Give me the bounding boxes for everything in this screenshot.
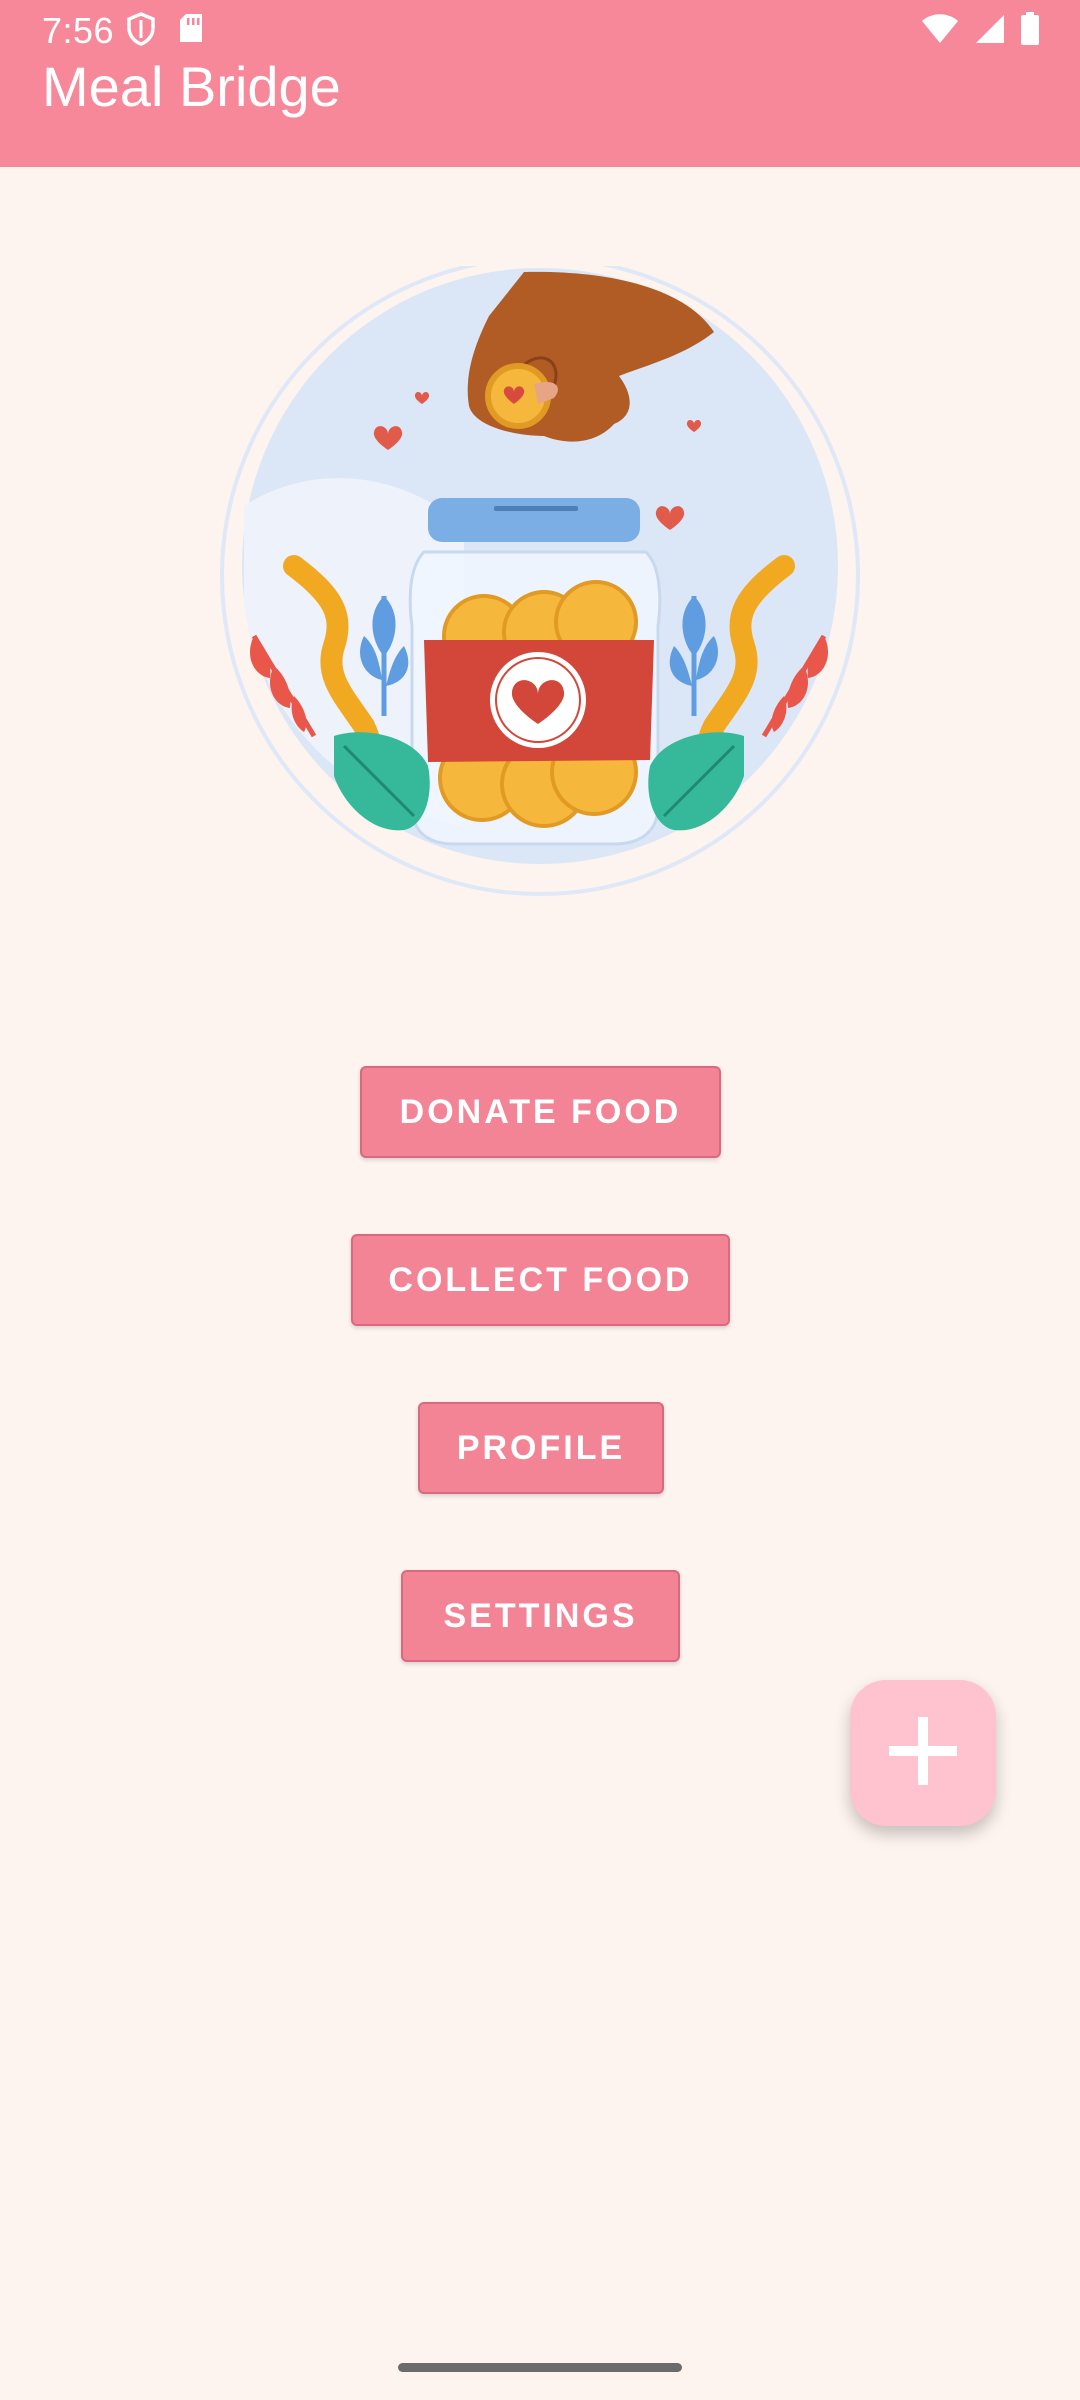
app-bar: 7:56 Meal Bridge xyxy=(0,0,1080,167)
shield-icon xyxy=(126,12,156,51)
donate-food-button[interactable]: DONATE FOOD xyxy=(360,1066,721,1158)
gesture-nav-handle[interactable] xyxy=(398,2363,682,2372)
battery-icon xyxy=(1020,12,1040,51)
status-time: 7:56 xyxy=(42,10,115,51)
collect-food-button[interactable]: COLLECT FOOD xyxy=(351,1234,730,1326)
add-fab-button[interactable] xyxy=(850,1680,996,1826)
settings-button[interactable]: SETTINGS xyxy=(401,1570,680,1662)
plus-icon xyxy=(885,1713,961,1794)
wifi-icon xyxy=(920,13,960,50)
sd-card-icon xyxy=(178,12,204,51)
signal-icon xyxy=(974,13,1006,50)
donation-jar-illustration xyxy=(214,256,866,906)
profile-button[interactable]: PROFILE xyxy=(418,1402,664,1494)
app-title: Meal Bridge xyxy=(42,55,341,118)
